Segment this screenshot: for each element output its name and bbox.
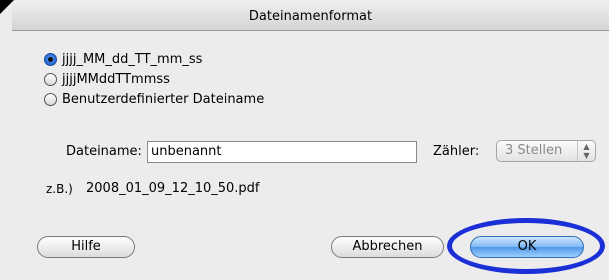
example-filename: 2008_01_09_12_10_50.pdf	[86, 181, 260, 196]
radio-option-label: Benutzerdefinierter Dateiname	[62, 92, 265, 107]
radio-selected-icon[interactable]	[44, 53, 57, 66]
radio-option-date-compact[interactable]: jjjjMMddTTmmss	[44, 72, 170, 87]
radio-option-custom-name[interactable]: Benutzerdefinierter Dateiname	[44, 92, 264, 107]
radio-option-label: jjjjMMddTTmmss	[62, 72, 170, 87]
radio-unselected-icon[interactable]	[44, 73, 57, 86]
file-name-format-dialog: Dateinamenformat jjjj_MM_dd_TT_mm_ss jjj…	[0, 0, 609, 280]
radio-unselected-icon[interactable]	[44, 93, 57, 106]
help-button[interactable]: Hilfe	[37, 236, 135, 258]
filename-input[interactable]: unbenannt	[147, 141, 417, 163]
cancel-button[interactable]: Abbrechen	[331, 236, 444, 258]
example-label: z.B.)	[46, 182, 73, 196]
radio-option-label: jjjj_MM_dd_TT_mm_ss	[62, 52, 203, 67]
ok-button[interactable]: OK	[470, 236, 584, 258]
counter-label: Zähler:	[433, 144, 480, 159]
filename-label: Dateiname:	[66, 144, 142, 159]
counter-selected-value: 3 Stellen	[505, 143, 563, 158]
stepper-arrows-icon[interactable]: ▲ ▼	[577, 141, 595, 161]
counter-select[interactable]: 3 Stellen ▲ ▼	[496, 140, 596, 162]
radio-option-date-underscore[interactable]: jjjj_MM_dd_TT_mm_ss	[44, 52, 202, 67]
dialog-title: Dateinamenformat	[12, 4, 609, 31]
